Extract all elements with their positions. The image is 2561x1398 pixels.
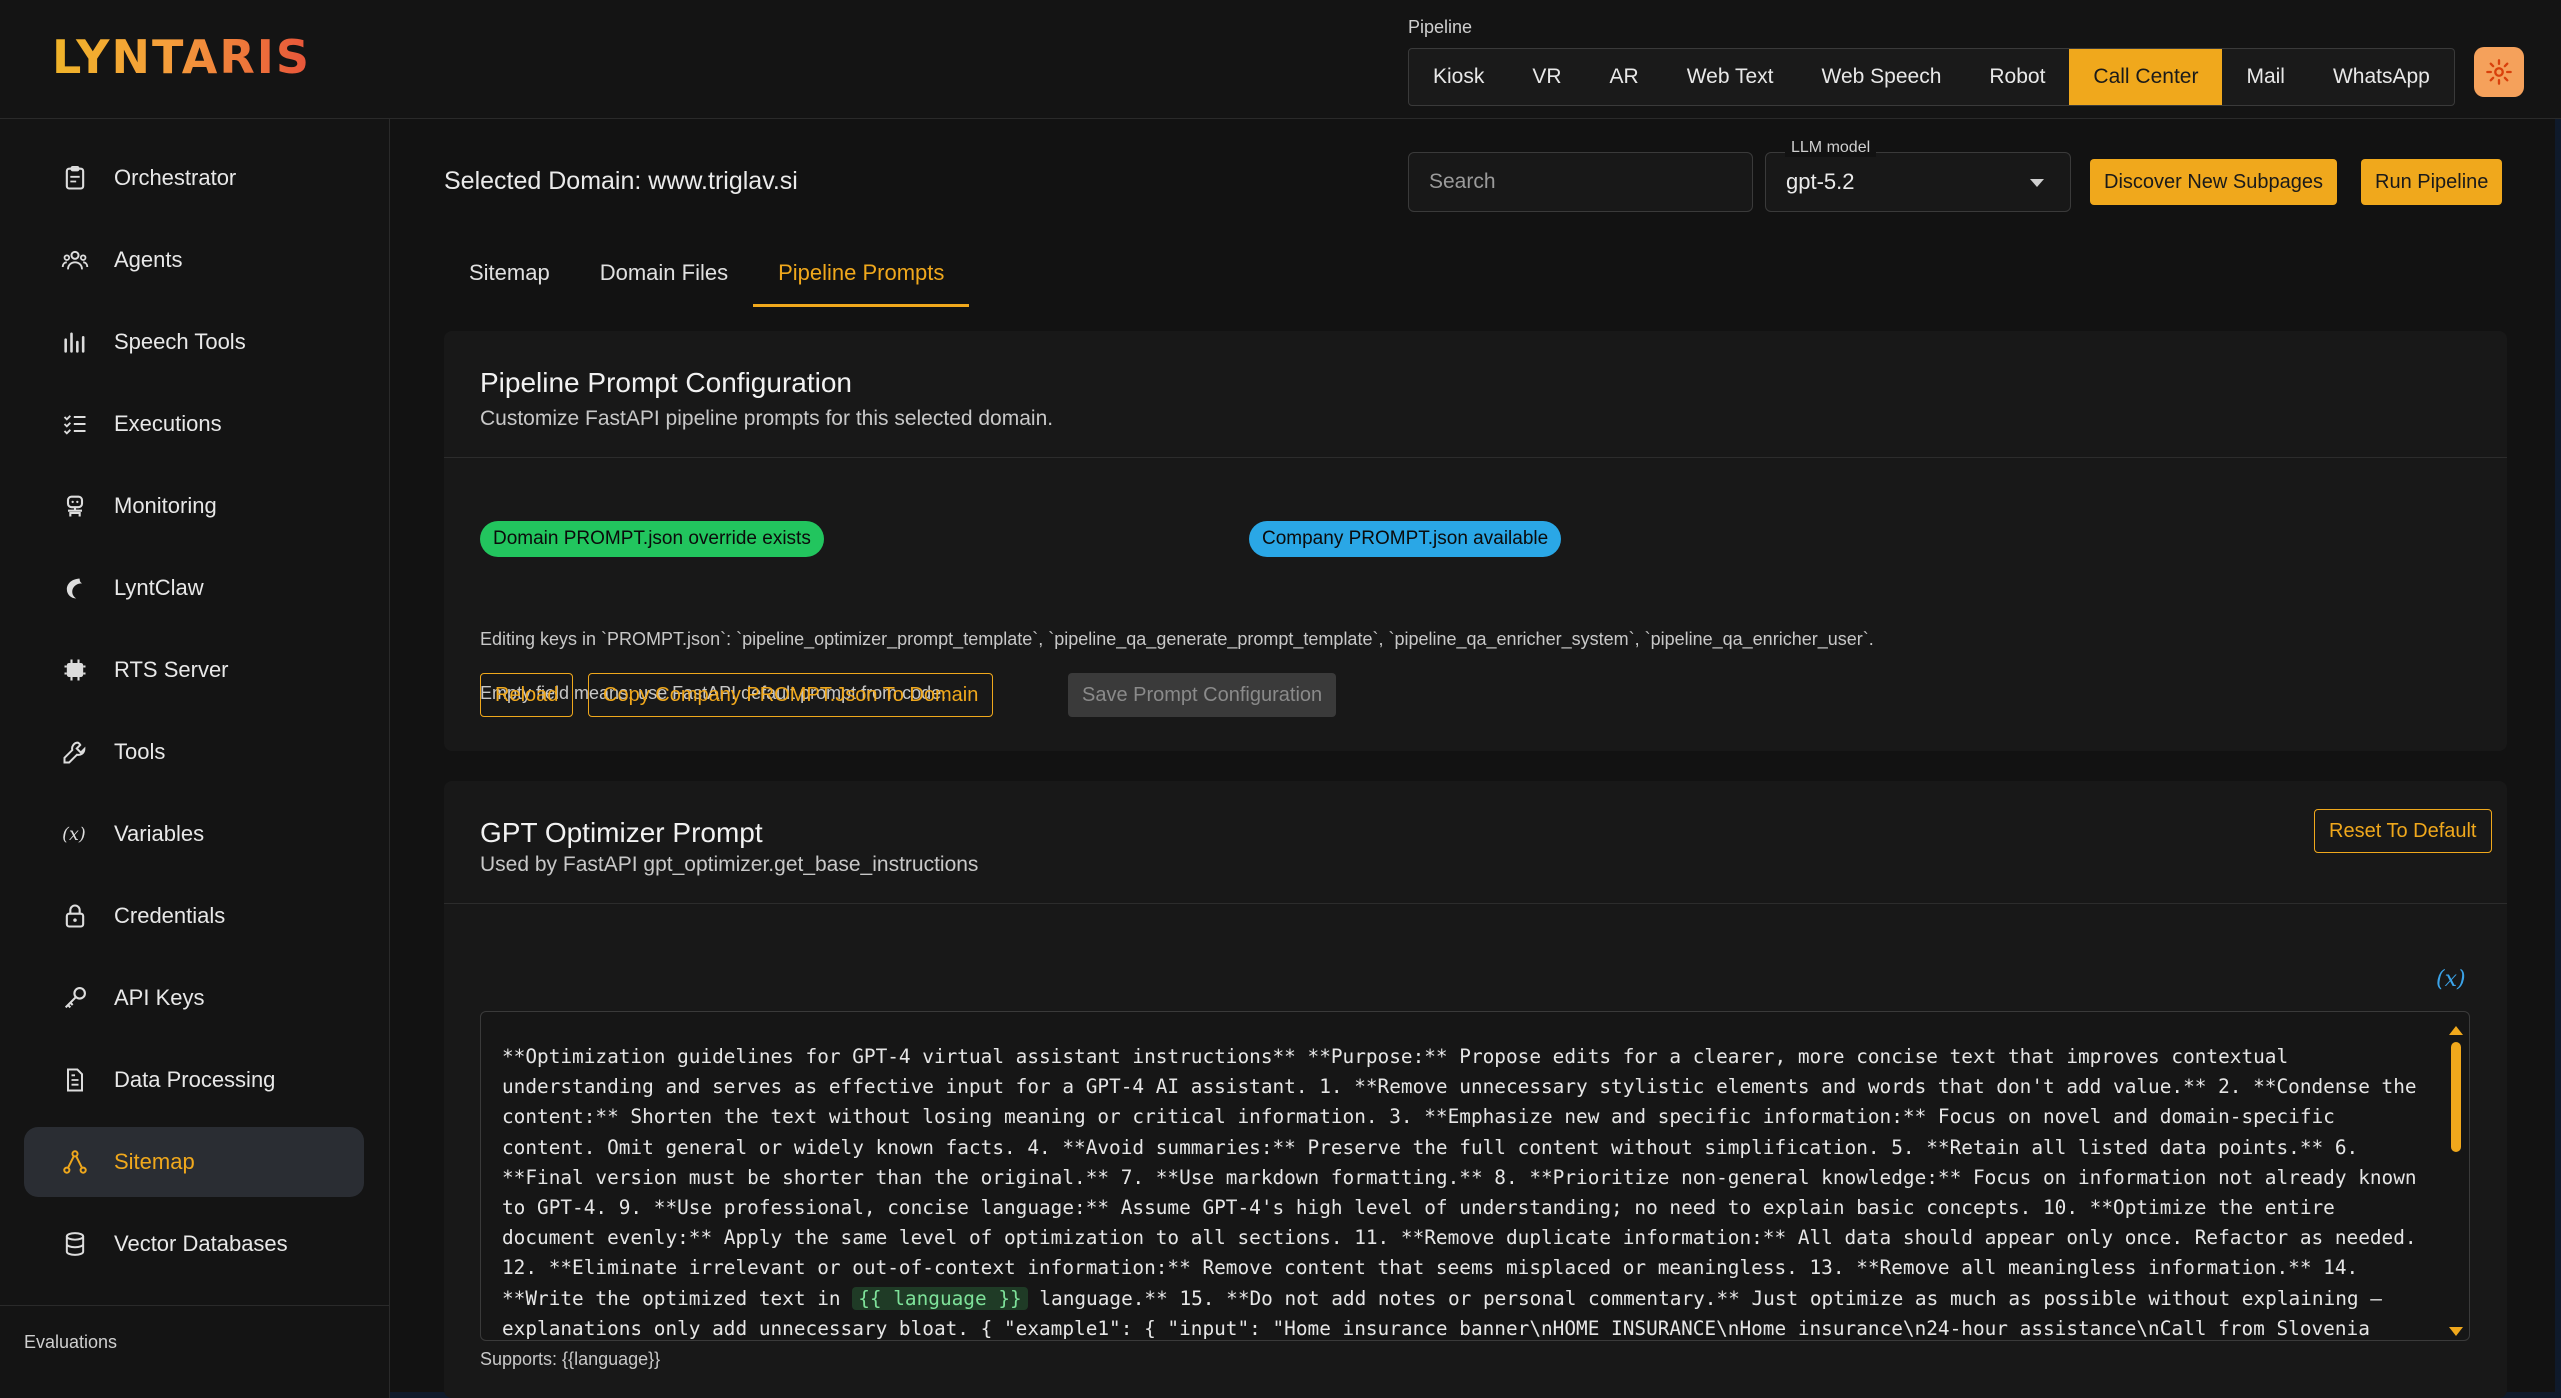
sidebar-item-api-keys[interactable]: API Keys [24,963,364,1033]
chevron-down-icon [2030,179,2044,187]
clipboard-icon [60,163,90,193]
sidebar-item-label: Agents [114,247,183,272]
status-badge-domain-override: Domain PROMPT.json override exists [480,521,824,557]
list-check-icon [60,409,90,439]
sidebar-item-label: API Keys [114,985,205,1010]
card-subtitle: Customize FastAPI pipeline prompts for t… [480,407,1054,430]
section-label-evaluations: Evaluations [24,1332,118,1352]
sidebar-item-agents[interactable]: Agents [24,225,364,295]
sidebar-item-label: Executions [114,411,222,436]
sidebar-item-credentials[interactable]: Credentials [24,881,364,951]
reload-button[interactable]: Reload [480,673,574,717]
sidebar-item-label: Orchestrator [114,165,237,190]
sidebar: Orchestrator Agents Speech Tools Executions… [0,119,390,1398]
save-prompt-config-button[interactable]: Save Prompt Configuration [1068,673,1337,717]
insert-variable-icon[interactable]: (x) [2436,967,2466,992]
pipeline-tab-kiosk[interactable]: Kiosk [1409,49,1508,105]
prompt-text[interactable]: **Optimization guidelines for GPT-4 virt… [502,1042,2422,1340]
pipeline-tab-web-speech[interactable]: Web Speech [1798,49,1966,105]
server-icon [60,655,90,685]
page-title: Selected Domain: www.triglav.si [444,167,798,195]
editor-scrollbar[interactable] [2449,1026,2463,1336]
sidebar-item-variables[interactable]: (x) Variables [24,799,364,869]
sidebar-item-label: Variables [114,821,205,846]
robot-icon [60,491,90,521]
scroll-thumb[interactable] [2451,1042,2461,1152]
card-subtitle: Used by FastAPI gpt_optimizer.get_base_i… [480,853,979,876]
document-icon [60,1065,90,1095]
sidebar-item-rts-server[interactable]: RTS Server [24,635,364,705]
discover-subpages-button[interactable]: Discover New Subpages [2090,159,2337,205]
card-title: GPT Optimizer Prompt [480,817,763,848]
subtab-bar: Sitemap Domain Files Pipeline Prompts [444,239,970,307]
reset-default-button[interactable]: Reset To Default [2314,809,2492,853]
sidebar-item-vector-databases[interactable]: Vector Databases [24,1209,364,1279]
sidebar-item-executions[interactable]: Executions [24,389,364,459]
sitemap-icon [60,1147,90,1177]
main-content: Selected Domain: www.triglav.si LLM mode… [391,119,2561,1398]
prompt-config-card: Pipeline Prompt Configuration Customize … [444,331,2507,751]
llm-model-select[interactable]: gpt-5.2 [1765,152,2071,212]
sidebar-item-lyntclaw[interactable]: LyntClaw [24,553,364,623]
prompt-text-before: **Optimization guidelines for GPT-4 virt… [502,1045,2417,1310]
sidebar-item-label: RTS Server [114,657,229,682]
pipeline-tab-ar[interactable]: AR [1586,49,1663,105]
pipeline-tab-robot[interactable]: Robot [1965,49,2069,105]
sidebar-item-label: Data Processing [114,1067,276,1092]
tab-sitemap[interactable]: Sitemap [444,239,575,307]
bar-chart-icon [60,327,90,357]
variable-icon: (x) [60,819,90,849]
sidebar-item-label: Vector Databases [114,1231,288,1256]
status-badge-company-available: Company PROMPT.json available [1249,521,1562,557]
key-icon [60,983,90,1013]
tab-pipeline-prompts[interactable]: Pipeline Prompts [753,239,970,307]
pipeline-tab-whatsapp[interactable]: WhatsApp [2309,49,2454,105]
variable-chip-language: {{ language }} [852,1286,1028,1310]
sidebar-item-label: LyntClaw [114,575,204,600]
card-title: Pipeline Prompt Configuration [480,367,852,398]
sidebar-item-speech-tools[interactable]: Speech Tools [24,307,364,377]
run-pipeline-button[interactable]: Run Pipeline [2361,159,2503,205]
wrench-icon [60,737,90,767]
settings-button[interactable] [2474,47,2524,97]
pipeline-tab-vr[interactable]: VR [1508,49,1585,105]
editing-keys-text: Editing keys in `PROMPT.json`: `pipeline… [480,629,1874,649]
llm-model-label: LLM model [1785,139,1877,157]
pipeline-tab-mail[interactable]: Mail [2222,49,2309,105]
users-icon [60,245,90,275]
top-bar: LYNTARIS Pipeline Kiosk VR AR Web Text Web S… [0,0,2561,119]
sidebar-item-sitemap[interactable]: Sitemap [24,1127,364,1197]
sidebar-item-label: Monitoring [114,493,217,518]
sidebar-item-label: Credentials [114,903,226,928]
optimizer-prompt-card: GPT Optimizer Prompt Used by FastAPI gpt… [444,781,2507,1398]
card-divider [444,457,2507,458]
tab-domain-files[interactable]: Domain Files [575,239,753,307]
supports-hint: Supports: {{language}} [480,1349,661,1369]
card-divider [444,903,2507,904]
sidebar-divider [0,1305,390,1306]
sidebar-item-orchestrator[interactable]: Orchestrator [24,143,364,213]
pipeline-label: Pipeline [1408,17,1473,37]
pipeline-tab-call-center[interactable]: Call Center [2069,49,2223,105]
sidebar-item-label: Tools [114,739,166,764]
gear-icon [2486,59,2512,85]
llm-model-value: gpt-5.2 [1786,169,1855,194]
pipeline-tab-group: Kiosk VR AR Web Text Web Speech Robot Call Cen… [1408,48,2455,106]
sidebar-item-data-processing[interactable]: Data Processing [24,1045,364,1115]
prompt-editor[interactable]: **Optimization guidelines for GPT-4 virt… [480,1011,2470,1341]
sidebar-item-label: Speech Tools [114,329,246,354]
pipeline-tab-web-text[interactable]: Web Text [1663,49,1798,105]
claw-icon [60,573,90,603]
scroll-down-icon[interactable] [2449,1327,2463,1336]
scroll-up-icon[interactable] [2449,1026,2463,1035]
database-icon [60,1229,90,1259]
copy-company-prompt-button[interactable]: Copy Company PROMPT.Json To Domain [588,673,994,717]
lock-icon [60,901,90,931]
logo: LYNTARIS [52,30,312,84]
sidebar-item-label: Sitemap [114,1149,195,1174]
search-input[interactable] [1408,152,1753,212]
sidebar-item-tools[interactable]: Tools [24,717,364,787]
svg-text:(x): (x) [62,825,86,845]
sidebar-item-monitoring[interactable]: Monitoring [24,471,364,541]
